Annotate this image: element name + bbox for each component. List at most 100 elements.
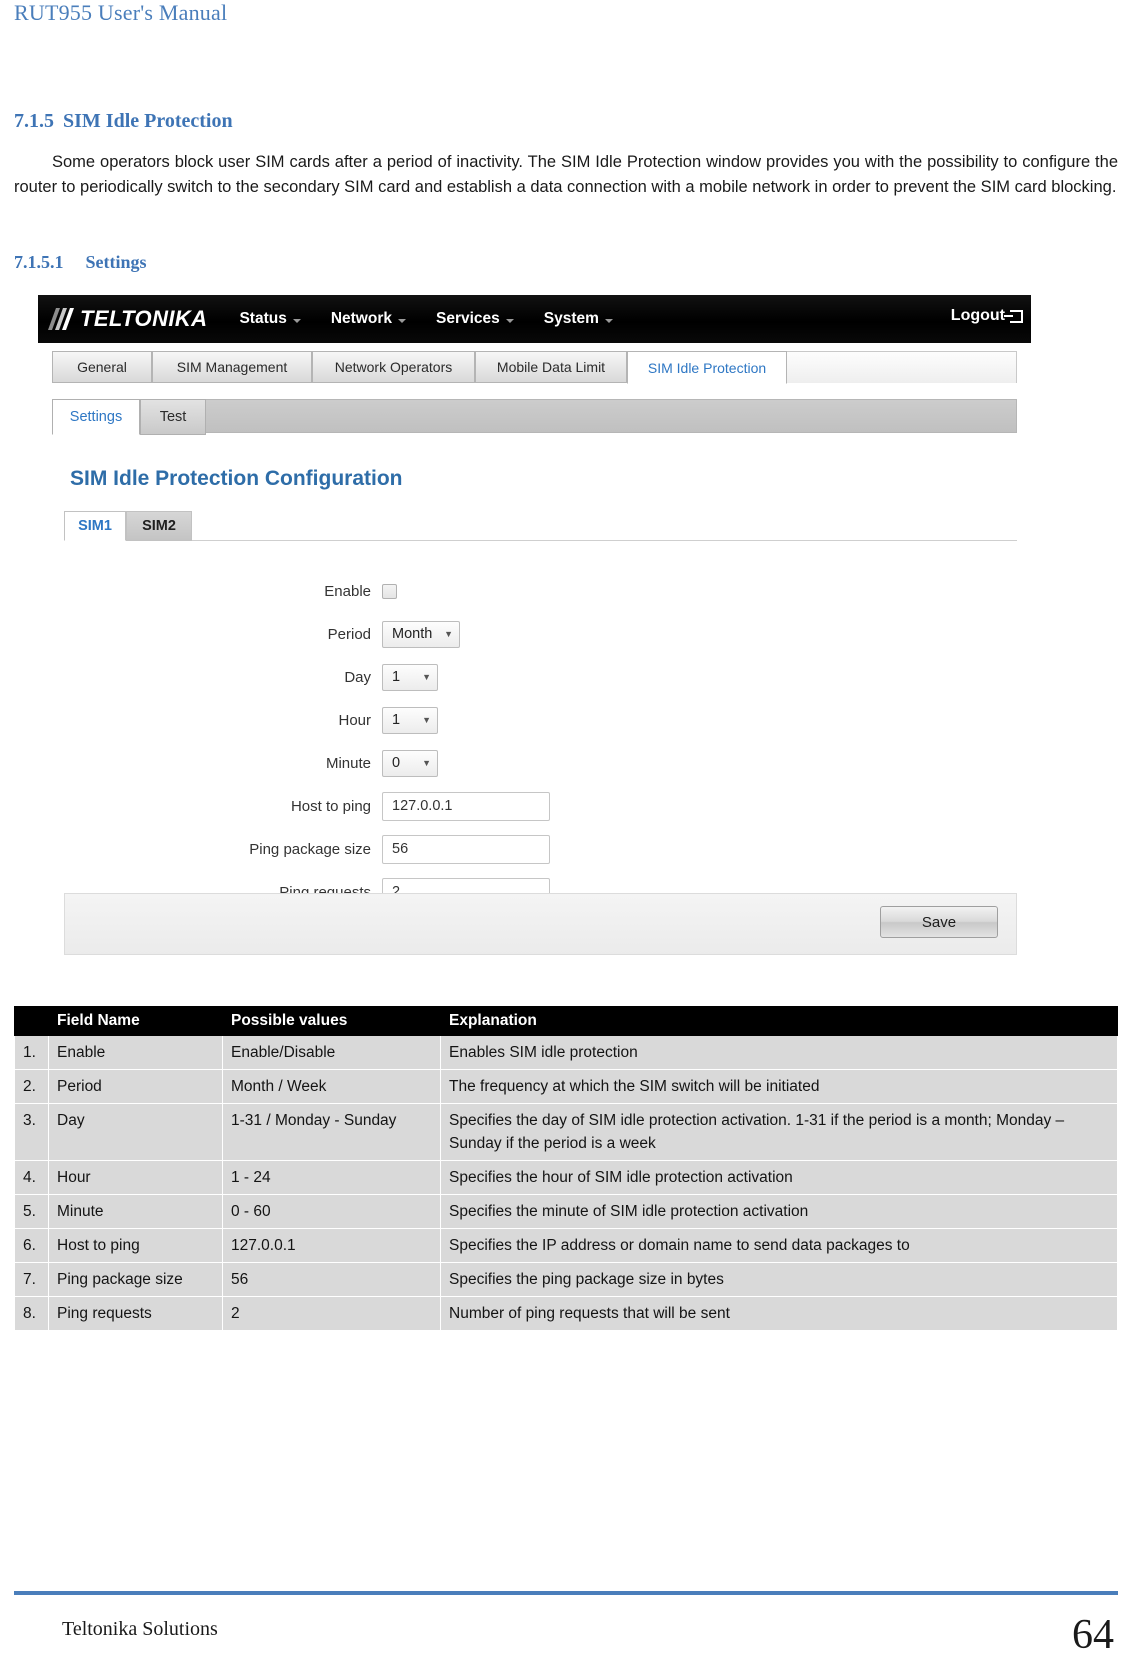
day-select[interactable]: 1 ▼ <box>382 663 438 691</box>
running-head: RUT955 User's Manual <box>14 0 228 25</box>
hour-select[interactable]: 1 ▼ <box>382 706 438 734</box>
chevron-down-icon <box>292 318 301 323</box>
row-index: 3. <box>14 1103 49 1161</box>
nav-item-status-label: Status <box>239 310 287 327</box>
sim-tab-sim2[interactable]: SIM2 <box>126 511 192 541</box>
row-values: Enable/Disable <box>222 1035 441 1070</box>
row-values: 1 - 24 <box>222 1160 441 1195</box>
nav-item-services[interactable]: Services <box>436 310 514 328</box>
minute-label: Minute <box>325 754 371 772</box>
row-field-name: Host to ping <box>48 1228 223 1263</box>
chevron-down-icon <box>604 318 613 323</box>
nav-item-network[interactable]: Network <box>331 310 406 328</box>
nav-item-status[interactable]: Status <box>239 310 301 328</box>
row-explanation: Specifies the day of SIM idle protection… <box>440 1103 1118 1161</box>
row-explanation: The frequency at which the SIM switch wi… <box>440 1069 1118 1104</box>
chevron-down-icon: ▼ <box>422 714 431 725</box>
col-values: Possible values <box>222 1006 441 1036</box>
host-to-ping-input[interactable]: 127.0.0.1 <box>382 791 550 821</box>
field-description-table: Field Name Possible values Explanation 1… <box>14 1006 1118 1331</box>
nav-item-services-label: Services <box>435 310 500 327</box>
chevron-down-icon <box>505 318 514 323</box>
table-row: 6. Host to ping 127.0.0.1 Specifies the … <box>14 1228 1118 1263</box>
nav-item-system[interactable]: System <box>544 310 613 328</box>
field-row-period: Period Month ▼ <box>172 620 460 648</box>
row-explanation: Number of ping requests that will be sen… <box>440 1296 1118 1331</box>
card-title: SIM Idle Protection Configuration <box>70 467 403 490</box>
subtab-settings[interactable]: Settings <box>52 399 140 435</box>
table-row: 7. Ping package size 56 Specifies the pi… <box>14 1262 1118 1297</box>
tab-general[interactable]: General <box>52 351 152 383</box>
section-title: SIM Idle Protection <box>63 110 233 132</box>
nav-menu: Status Network Services System <box>239 310 613 328</box>
nav-item-network-label: Network <box>330 310 392 327</box>
table-row: 1. Enable Enable/Disable Enables SIM idl… <box>14 1035 1118 1070</box>
row-index: 6. <box>14 1228 49 1263</box>
row-field-name: Day <box>48 1103 223 1161</box>
field-row-enable: Enable <box>172 577 397 605</box>
tab-mobile-data-limit[interactable]: Mobile Data Limit <box>475 351 627 383</box>
sim-tab-sim1[interactable]: SIM1 <box>64 511 126 541</box>
nav-item-system-label: System <box>543 310 599 327</box>
row-field-name: Ping package size <box>48 1262 223 1297</box>
field-row-day: Day 1 ▼ <box>172 663 438 691</box>
period-select[interactable]: Month ▼ <box>382 620 460 648</box>
row-explanation: Enables SIM idle protection <box>440 1035 1118 1070</box>
period-label: Period <box>327 625 371 643</box>
col-index <box>14 1006 49 1036</box>
host-to-ping-label: Host to ping <box>290 797 371 815</box>
subtab-test[interactable]: Test <box>140 399 206 435</box>
row-values: 56 <box>222 1262 441 1297</box>
logout-label: Logout <box>950 307 1005 324</box>
footer-rule <box>14 1591 1118 1595</box>
subsection-number: 7.1.5.1 <box>14 252 64 272</box>
logout-button[interactable]: Logout <box>951 307 1023 325</box>
logout-icon <box>1004 309 1023 323</box>
field-row-hour: Hour 1 ▼ <box>172 706 438 734</box>
hour-label: Hour <box>338 711 371 729</box>
row-explanation: Specifies the IP address or domain name … <box>440 1228 1118 1263</box>
ping-package-size-label: Ping package size <box>249 840 371 858</box>
field-row-host-to-ping: Host to ping 127.0.0.1 <box>172 791 550 821</box>
row-index: 7. <box>14 1262 49 1297</box>
minute-value: 0 <box>392 755 401 771</box>
section-paragraph: Some operators block user SIM cards afte… <box>14 153 1118 196</box>
row-values: 1-31 / Monday - Sunday <box>222 1103 441 1161</box>
minute-select[interactable]: 0 ▼ <box>382 749 438 777</box>
row-field-name: Enable <box>48 1035 223 1070</box>
col-explanation: Explanation <box>440 1006 1118 1036</box>
table-row: 8. Ping requests 2 Number of ping reques… <box>14 1296 1118 1331</box>
tab-sim-idle-protection[interactable]: SIM Idle Protection <box>627 351 787 384</box>
save-button[interactable]: Save <box>880 906 998 938</box>
table-row: 5. Minute 0 - 60 Specifies the minute of… <box>14 1194 1118 1229</box>
row-values: Month / Week <box>222 1069 441 1104</box>
navbar: TELTONIKA Status Network Services System… <box>38 295 1031 343</box>
col-field-name: Field Name <box>48 1006 223 1036</box>
enable-checkbox[interactable] <box>382 583 397 599</box>
row-explanation: Specifies the ping package size in bytes <box>440 1262 1118 1297</box>
chevron-down-icon: ▼ <box>444 628 453 639</box>
tab-network-operators[interactable]: Network Operators <box>312 351 475 383</box>
teltonika-chevron-icon <box>47 308 78 330</box>
chevron-down-icon <box>397 318 406 323</box>
row-field-name: Minute <box>48 1194 223 1229</box>
sim-tab-underline <box>64 540 1017 541</box>
card-footer: Save <box>64 893 1017 955</box>
section-number: 7.1.5 <box>14 110 54 132</box>
row-index: 4. <box>14 1160 49 1195</box>
row-values: 2 <box>222 1296 441 1331</box>
table-row: 3. Day 1-31 / Monday - Sunday Specifies … <box>14 1103 1118 1161</box>
ping-package-size-input[interactable]: 56 <box>382 834 550 864</box>
primary-tabstrip: General SIM Management Network Operators… <box>38 343 1031 384</box>
tab-sim-management[interactable]: SIM Management <box>152 351 312 383</box>
row-field-name: Period <box>48 1069 223 1104</box>
field-row-ping-package-size: Ping package size 56 <box>172 834 550 864</box>
row-values: 0 - 60 <box>222 1194 441 1229</box>
router-ui-screenshot: TELTONIKA Status Network Services System… <box>38 295 1031 980</box>
subsection-heading: 7.1.5.1 Settings <box>14 252 147 273</box>
footer-page-number: 64 <box>1072 1612 1114 1658</box>
row-index: 5. <box>14 1194 49 1229</box>
configuration-card: SIM Idle Protection Configuration SIM1 S… <box>52 435 1017 963</box>
section-heading: 7.1.5 SIM Idle Protection <box>14 110 233 133</box>
brand-label: TELTONIKA <box>80 306 208 331</box>
